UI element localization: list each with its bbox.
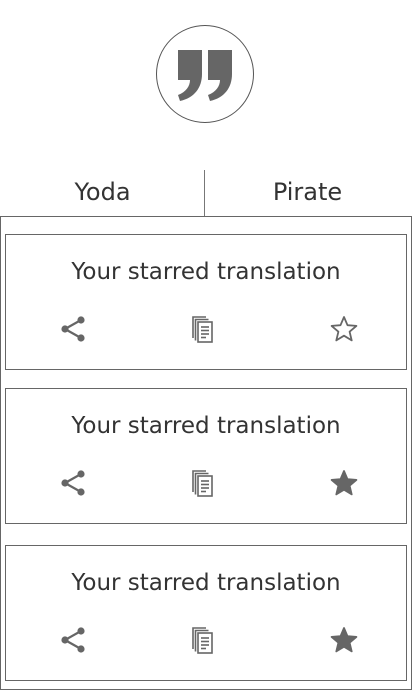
translation-card: Your starred translation: [5, 388, 407, 524]
share-button[interactable]: [55, 465, 91, 501]
translation-text: Your starred translation: [71, 259, 341, 285]
copy-button[interactable]: [184, 465, 220, 501]
translation-text: Your starred translation: [71, 570, 341, 596]
star-filled-icon: [330, 627, 358, 653]
translation-text: Your starred translation: [71, 413, 341, 439]
share-button[interactable]: [55, 622, 91, 658]
quote-icon: [178, 50, 232, 101]
star-button[interactable]: [326, 622, 362, 658]
translation-card: Your starred translation: [5, 234, 407, 370]
star-filled-icon: [330, 470, 358, 496]
copy-icon: [192, 627, 213, 654]
copy-icon: [192, 470, 213, 497]
star-button[interactable]: [326, 311, 362, 347]
share-icon: [61, 627, 85, 653]
share-icon: [61, 316, 85, 342]
copy-button[interactable]: [184, 311, 220, 347]
tab-yoda[interactable]: Yoda: [0, 168, 205, 216]
copy-icon: [192, 316, 213, 343]
tab-pirate[interactable]: Pirate: [205, 168, 410, 216]
star-button[interactable]: [326, 465, 362, 501]
translations-panel: Your starred translation Your starred tr…: [0, 216, 412, 690]
share-button[interactable]: [55, 311, 91, 347]
copy-button[interactable]: [184, 622, 220, 658]
tab-bar: Yoda Pirate: [0, 168, 412, 216]
translation-card: Your starred translation: [5, 545, 407, 681]
app-logo: [156, 25, 254, 123]
share-icon: [61, 470, 85, 496]
star-outline-icon: [330, 316, 358, 342]
